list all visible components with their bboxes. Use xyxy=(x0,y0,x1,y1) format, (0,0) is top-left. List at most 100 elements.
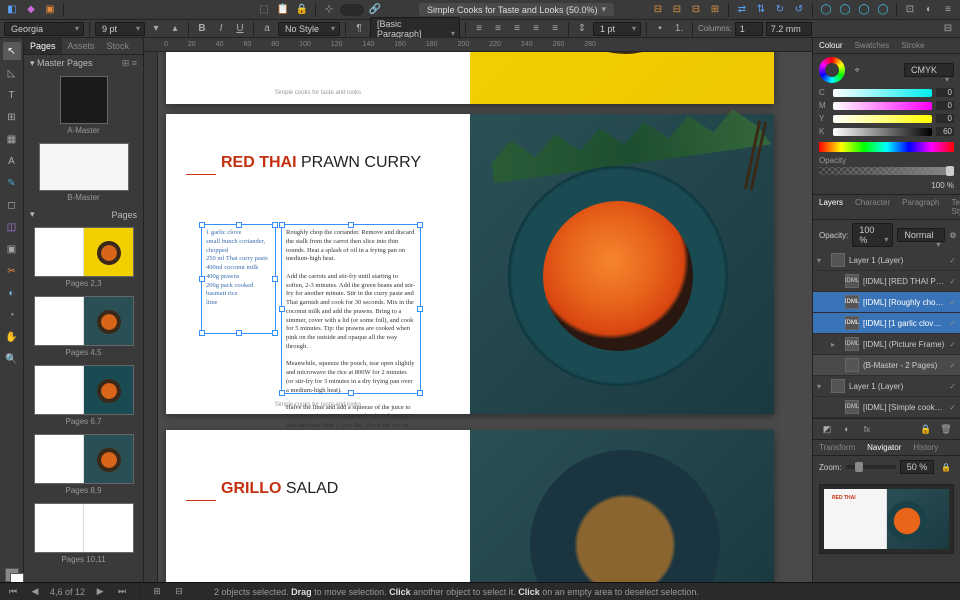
transparency-tool-icon[interactable]: ◔ xyxy=(3,306,21,324)
next-page-icon[interactable]: ▶ xyxy=(93,585,107,599)
view-mode-icon[interactable]: ⊞ xyxy=(150,585,164,599)
leading-icon[interactable]: ⇕ xyxy=(574,21,590,37)
move-tool-icon[interactable]: ↖ xyxy=(3,42,21,60)
anchor-icon[interactable]: ⊹ xyxy=(321,2,337,18)
zoom-slider[interactable] xyxy=(846,465,896,469)
select-all-icon[interactable]: ⬚ xyxy=(256,2,272,18)
master-a-thumb[interactable]: A-Master xyxy=(24,72,143,139)
persona-photo-icon[interactable]: ◆ xyxy=(23,2,39,18)
layer-row[interactable]: ▾Layer 1 (Layer)✓ xyxy=(813,250,960,271)
place-image-tool-icon[interactable]: ▣ xyxy=(3,240,21,258)
align-right-icon[interactable]: ⊟ xyxy=(688,2,704,18)
leading-dropdown[interactable]: 1 pt xyxy=(593,22,641,36)
cmyk-slider-M[interactable]: M0 xyxy=(813,99,960,112)
gutter-input[interactable] xyxy=(766,22,812,36)
tab-text-styles[interactable]: Text Styles xyxy=(946,195,960,219)
text-tool-icon[interactable]: T xyxy=(3,86,21,104)
align-justify-all-icon[interactable]: ≡ xyxy=(547,21,563,37)
tab-pages[interactable]: Pages xyxy=(24,38,62,54)
blend-mode-dropdown[interactable]: Normal xyxy=(897,228,945,242)
cmyk-slider-K[interactable]: K60 xyxy=(813,125,960,138)
spread-thumb[interactable]: Pages 8,9 xyxy=(24,430,143,499)
body-text-frame[interactable]: Roughly chop the coriander. Remove and d… xyxy=(281,224,421,394)
spread-thumb[interactable]: Pages 6,7 xyxy=(24,361,143,430)
color-swatch-fill[interactable] xyxy=(5,568,19,582)
master-pages-header[interactable]: ▾ Master Pages ⊞ ≡ xyxy=(24,55,143,72)
increase-size-icon[interactable]: ▴ xyxy=(167,21,183,37)
tab-stroke[interactable]: Stroke xyxy=(895,38,930,53)
delete-layer-icon[interactable]: 🗑 xyxy=(938,421,954,437)
fx-icon[interactable]: fx xyxy=(859,421,875,437)
mask-icon[interactable]: ◩ xyxy=(819,421,835,437)
columns-input[interactable] xyxy=(735,22,763,36)
tab-colour[interactable]: Colour xyxy=(813,38,849,53)
picture-frame-tool-icon[interactable]: ◫ xyxy=(3,218,21,236)
char-style-dropdown[interactable]: No Style xyxy=(278,22,340,36)
link-icon[interactable]: 🔗 xyxy=(367,2,383,18)
view-mode-2-icon[interactable]: ⊟ xyxy=(172,585,186,599)
baseline-icon[interactable]: ≡ xyxy=(940,2,956,18)
arrange-backward-icon[interactable]: ◯ xyxy=(837,2,853,18)
tab-character[interactable]: Character xyxy=(849,195,896,219)
last-page-icon[interactable]: ⏭ xyxy=(115,585,129,599)
zoom-lock-icon[interactable]: 🔒 xyxy=(938,459,954,475)
table-tool-icon[interactable]: ▦ xyxy=(3,130,21,148)
layer-row[interactable]: (B-Master - 2 Pages)✓ xyxy=(813,355,960,376)
layer-row[interactable]: IDML[IDML] [Roughly chop the c…✓ xyxy=(813,292,960,313)
preview-icon[interactable]: ◐ xyxy=(921,2,937,18)
underline-icon[interactable]: U xyxy=(232,21,248,37)
para-style-icon[interactable]: ¶ xyxy=(351,21,367,37)
bold-icon[interactable]: B xyxy=(194,21,210,37)
ingredients-frame[interactable]: 1 garlic clove small bunch coriander, ch… xyxy=(201,224,276,334)
distribute-icon[interactable]: ⊞ xyxy=(707,2,723,18)
arrange-forward-icon[interactable]: ◯ xyxy=(856,2,872,18)
align-left-text-icon[interactable]: ≡ xyxy=(471,21,487,37)
decrease-size-icon[interactable]: ▾ xyxy=(148,21,164,37)
tab-paragraph[interactable]: Paragraph xyxy=(896,195,945,219)
view-tool-icon[interactable]: ✋ xyxy=(3,328,21,346)
layer-row[interactable]: IDML[IDML] [RED THAI PRAWN C…✓ xyxy=(813,271,960,292)
align-center-text-icon[interactable]: ≡ xyxy=(490,21,506,37)
tab-history[interactable]: History xyxy=(907,440,944,455)
navigator-preview[interactable]: RED THAI xyxy=(819,484,954,554)
spread-thumb[interactable]: Pages 4,5 xyxy=(24,292,143,361)
canvas[interactable]: 020406080100120140160180200220240260280 … xyxy=(144,38,812,582)
eyedropper-icon[interactable]: ⌖ xyxy=(849,62,865,78)
master-b-thumb[interactable]: B-Master xyxy=(24,139,143,206)
tab-stock[interactable]: Stock xyxy=(101,38,136,54)
tab-assets[interactable]: Assets xyxy=(62,38,101,54)
layer-row[interactable]: IDML[IDML] [1 garlic clove …] ✓ xyxy=(813,313,960,334)
shape-tool-icon[interactable]: ◻ xyxy=(3,196,21,214)
char-style-icon[interactable]: a xyxy=(259,21,275,37)
rotate-cw-icon[interactable]: ↻ xyxy=(772,2,788,18)
align-left-icon[interactable]: ⊟ xyxy=(650,2,666,18)
tab-transform[interactable]: Transform xyxy=(813,440,861,455)
arrange-back-icon[interactable]: ◯ xyxy=(818,2,834,18)
persona-publisher-icon[interactable]: ▣ xyxy=(42,2,58,18)
flip-h-icon[interactable]: ⇄ xyxy=(734,2,750,18)
toggle-switch[interactable] xyxy=(340,4,364,16)
spread-thumb[interactable]: Pages 2,3 xyxy=(24,223,143,292)
tab-layers[interactable]: Layers xyxy=(813,195,849,219)
align-justify-icon[interactable]: ≡ xyxy=(528,21,544,37)
fill-tool-icon[interactable]: ◐ xyxy=(3,284,21,302)
tab-swatches[interactable]: Swatches xyxy=(849,38,896,53)
document-title[interactable]: Simple Cooks for Taste and Looks (50.0%)… xyxy=(419,3,614,16)
flip-v-icon[interactable]: ⇅ xyxy=(753,2,769,18)
rotate-ccw-icon[interactable]: ↺ xyxy=(791,2,807,18)
zoom-tool-icon[interactable]: 🔍 xyxy=(3,350,21,368)
italic-icon[interactable]: I xyxy=(213,21,229,37)
align-center-icon[interactable]: ⊟ xyxy=(669,2,685,18)
para-style-dropdown[interactable]: [Basic Paragraph] xyxy=(370,17,460,41)
font-family-dropdown[interactable]: Georgia xyxy=(4,22,84,36)
node-tool-icon[interactable]: ◺ xyxy=(3,64,21,82)
layer-row[interactable]: ▸IDML[IDML] (Picture Frame)✓ xyxy=(813,334,960,355)
cmyk-slider-Y[interactable]: Y0 xyxy=(813,112,960,125)
lock-layer-icon[interactable]: 🔒 xyxy=(918,421,934,437)
layer-row[interactable]: IDML[IDML] [Simple cooks for …✓ xyxy=(813,397,960,418)
list-bullet-icon[interactable]: • xyxy=(652,21,668,37)
color-wheel[interactable] xyxy=(819,57,845,83)
align-right-text-icon[interactable]: ≡ xyxy=(509,21,525,37)
cmyk-slider-C[interactable]: C0 xyxy=(813,86,960,99)
clipboard-icon[interactable]: 📋 xyxy=(275,2,291,18)
